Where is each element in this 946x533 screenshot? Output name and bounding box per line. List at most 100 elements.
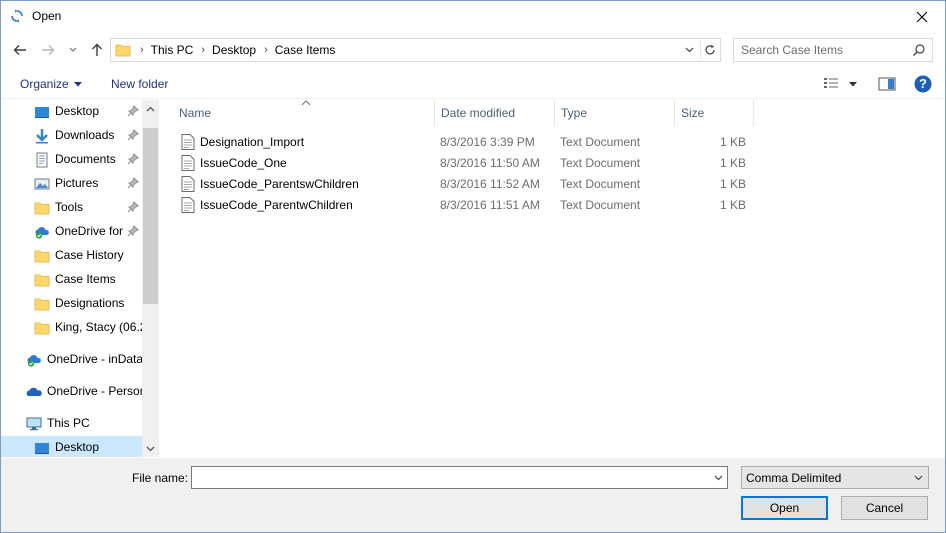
arrow-right-icon: [42, 45, 55, 55]
caret-down-icon: [73, 81, 82, 86]
folder-icon: [34, 202, 50, 215]
sidebar-item-label: Pictures: [55, 176, 99, 190]
filename-dropdown-button[interactable]: [711, 470, 725, 485]
folder-icon: [115, 44, 131, 57]
recent-locations-button[interactable]: [63, 40, 83, 60]
filetype-dropdown-button[interactable]: [912, 471, 924, 485]
sidebar-item-this-pc[interactable]: This PC: [1, 412, 142, 435]
command-bar: Organize New folder ?: [1, 69, 945, 99]
file-type: Text Document: [560, 135, 641, 149]
sidebar-item-desktop[interactable]: Desktop: [1, 100, 142, 123]
filename-input[interactable]: [192, 467, 707, 488]
pin-icon[interactable]: [127, 153, 139, 165]
file-date: 8/3/2016 11:52 AM: [440, 177, 540, 191]
organize-button[interactable]: Organize: [20, 77, 82, 91]
sidebar-item-onedrive-personal[interactable]: OneDrive - Person: [1, 380, 142, 403]
sidebar-item-desktop-selected[interactable]: Desktop: [1, 436, 142, 457]
title-bar: Open: [1, 1, 945, 32]
help-button[interactable]: ?: [914, 75, 932, 93]
file-size: 1 KB: [719, 177, 746, 191]
file-type: Text Document: [560, 198, 641, 212]
sidebar-item-tools[interactable]: Tools: [1, 196, 142, 219]
details-view-icon: [824, 78, 838, 88]
sidebar-item-label: Case Items: [55, 272, 116, 286]
crumb-case-items[interactable]: Case Items: [275, 43, 336, 57]
breadcrumb: › This PC › Desktop › Case Items: [136, 39, 335, 61]
column-header-size[interactable]: Size: [675, 100, 754, 126]
sidebar-item-downloads[interactable]: Downloads: [1, 124, 142, 147]
address-dropdown-button[interactable]: [682, 42, 696, 58]
file-row[interactable]: IssueCode_One 8/3/2016 11:50 AM Text Doc…: [177, 152, 757, 173]
crumb-separator[interactable]: ›: [264, 44, 268, 56]
sidebar-item-label: King, Stacy (06.2: [55, 320, 142, 334]
pin-icon[interactable]: [127, 225, 139, 237]
organize-label: Organize: [20, 77, 69, 91]
pin-icon[interactable]: [127, 201, 139, 213]
sidebar-item-label: OneDrive - Person: [47, 384, 142, 398]
sidebar-item-pictures[interactable]: Pictures: [1, 172, 142, 195]
filename-combobox[interactable]: [191, 466, 728, 489]
folder-icon: [34, 274, 50, 287]
navigation-bar: › This PC › Desktop › Case Items Search: [1, 34, 945, 66]
search-box[interactable]: Search Case Items: [733, 38, 933, 62]
column-header-type[interactable]: Type: [555, 100, 675, 126]
onedrive-sync-icon: [35, 227, 49, 239]
close-icon: [916, 11, 928, 22]
sidebar-item-onedrive-indata[interactable]: OneDrive - inData: [1, 348, 142, 371]
chevron-down-icon: [914, 475, 922, 481]
sidebar-item-case-items[interactable]: Case Items: [1, 268, 142, 291]
filetype-select[interactable]: Comma Delimited: [741, 466, 929, 489]
sidebar-item-label: Tools: [55, 200, 84, 214]
scroll-up-button[interactable]: [142, 100, 159, 117]
back-button[interactable]: [10, 40, 30, 60]
crumb-this-pc[interactable]: This PC: [151, 43, 194, 57]
sidebar-item-documents[interactable]: Documents: [1, 148, 142, 171]
text-document-icon: [181, 197, 195, 213]
sidebar-item-designations[interactable]: Designations: [1, 292, 142, 315]
pin-icon[interactable]: [127, 105, 139, 117]
folder-icon: [34, 298, 50, 311]
sidebar-item-king-stacy[interactable]: King, Stacy (06.2: [1, 316, 142, 339]
up-button[interactable]: [87, 40, 107, 60]
address-bar[interactable]: › This PC › Desktop › Case Items: [110, 38, 721, 62]
pin-icon[interactable]: [127, 129, 139, 141]
column-header-date-modified[interactable]: Date modified: [435, 100, 555, 126]
pin-icon[interactable]: [127, 177, 139, 189]
arrow-up-icon: [92, 43, 102, 56]
window-title: Open: [32, 9, 62, 23]
file-row[interactable]: IssueCode_ParentswChildren 8/3/2016 11:5…: [177, 173, 757, 194]
pictures-icon: [34, 178, 50, 190]
column-header-label: Name: [179, 106, 212, 120]
open-button[interactable]: Open: [741, 496, 828, 520]
sidebar-item-case-history[interactable]: Case History: [1, 244, 142, 267]
chevron-down-icon: [714, 475, 722, 480]
navigation-scrollbar[interactable]: [142, 100, 159, 457]
sidebar-item-onedrive-for[interactable]: OneDrive for: [1, 220, 142, 243]
open-dialog: Open › This PC › Desktop › Case Items Se…: [0, 0, 946, 533]
sidebar-item-label: Desktop: [55, 104, 100, 118]
sort-ascending-icon: [301, 100, 311, 106]
preview-pane-icon[interactable]: [878, 76, 896, 92]
file-date: 8/3/2016 11:50 AM: [440, 156, 540, 170]
refresh-button[interactable]: [700, 41, 718, 59]
scroll-thumb[interactable]: [143, 128, 158, 304]
forward-button[interactable]: [38, 40, 58, 60]
desktop-icon: [35, 107, 49, 118]
text-document-icon: [181, 155, 195, 171]
file-name: IssueCode_One: [200, 156, 287, 170]
cancel-button[interactable]: Cancel: [841, 496, 928, 520]
change-view-button[interactable]: [823, 76, 863, 92]
sidebar-item-label: Designations: [55, 296, 125, 310]
close-button[interactable]: [899, 1, 945, 32]
scroll-down-button[interactable]: [142, 440, 159, 457]
new-folder-button[interactable]: New folder: [111, 77, 168, 91]
column-header-label: Type: [561, 106, 588, 120]
column-header-label: Date modified: [441, 106, 516, 120]
file-row[interactable]: Designation_Import 8/3/2016 3:39 PM Text…: [177, 131, 757, 152]
sidebar-item-label: Downloads: [55, 128, 115, 142]
sidebar-item-label: Desktop: [55, 440, 100, 454]
file-row[interactable]: IssueCode_ParentwChildren 8/3/2016 11:51…: [177, 194, 757, 215]
file-name: Designation_Import: [200, 135, 305, 149]
crumb-separator[interactable]: ›: [201, 44, 205, 56]
crumb-desktop[interactable]: Desktop: [212, 43, 256, 57]
